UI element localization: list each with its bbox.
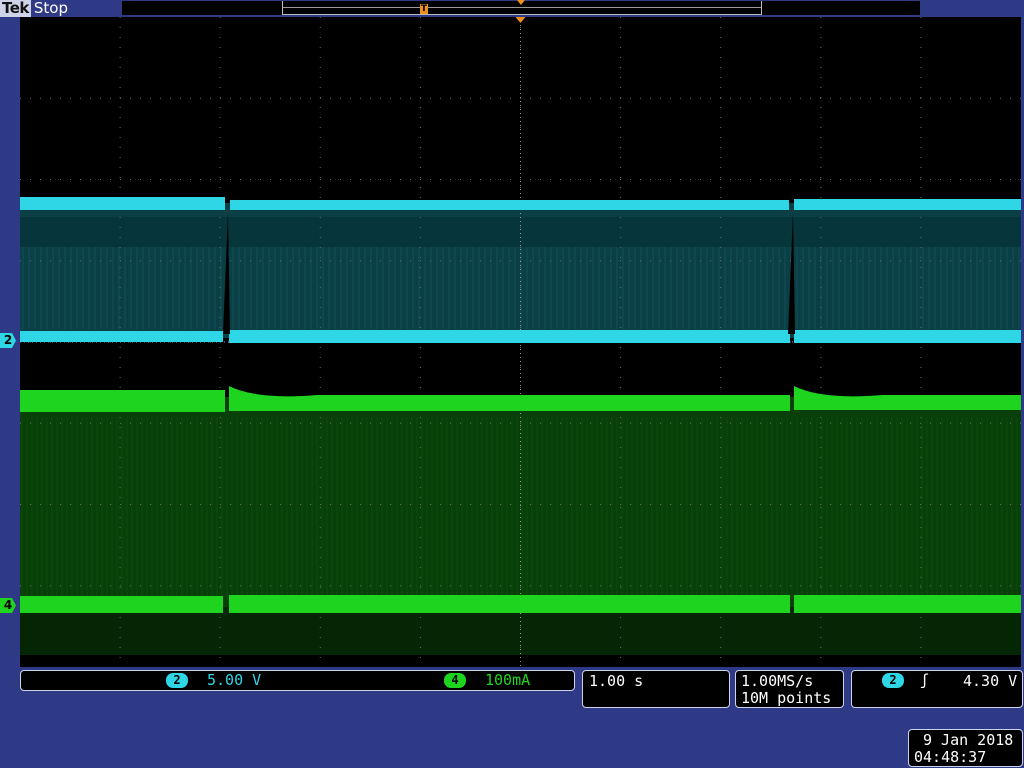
channel-2-low-trace (20, 331, 223, 342)
trigger-level[interactable]: 4.30 V (963, 672, 1017, 690)
channel-2-ground-marker[interactable]: 2 (0, 333, 16, 348)
channel-4-high-trace (20, 390, 225, 412)
channel-2-high-trace (230, 200, 789, 210)
brand-name: Tek (0, 0, 31, 17)
sample-rate: 1.00MS/s (741, 672, 814, 690)
trigger-readout[interactable]: 2 ʃ 4.30 V (851, 670, 1023, 708)
channel-2-high-trace (20, 197, 225, 210)
channel-4-low-trace (229, 595, 790, 613)
status-bar: Tek Stop T (0, 0, 1024, 17)
channel-4-ground-marker[interactable]: 4 (0, 598, 16, 613)
channel-2-low-trace (794, 330, 1021, 343)
channel-4-high-trace (229, 386, 790, 411)
channel-4-low-trace (20, 596, 223, 613)
trigger-source-badge[interactable]: 2 (882, 673, 904, 688)
waveform-display[interactable] (20, 17, 1021, 667)
channel-4-scale[interactable]: 100mA (485, 671, 530, 689)
channel-4-low-trace (794, 595, 1021, 613)
horizontal-readout[interactable]: 1.00 s (582, 670, 730, 708)
trigger-position-marker[interactable]: T (420, 4, 428, 14)
channel-4-badge[interactable]: 4 (444, 673, 466, 688)
time: 04:48:37 (914, 748, 987, 766)
trigger-time-marker (515, 17, 526, 23)
record-length: 10M points (741, 689, 832, 707)
channel-2-scale[interactable]: 5.00 V (207, 671, 261, 689)
graticule-and-waveforms (20, 17, 1021, 667)
acquisition-readout[interactable]: 1.00MS/s 10M points (735, 670, 844, 708)
run-state[interactable]: Stop (34, 0, 68, 17)
channel-2-low-trace (229, 330, 790, 343)
datetime-readout: 9 Jan 2018 04:48:37 (908, 729, 1023, 767)
channel-4-high-trace (794, 386, 1021, 410)
date: 9 Jan 2018 (923, 731, 1014, 749)
channel-2-high-trace (794, 199, 1021, 210)
rising-edge-icon: ʃ (920, 671, 930, 689)
brand-logo: Tek Stop (0, 0, 68, 17)
trigger-point-icon (517, 0, 525, 5)
time-per-division[interactable]: 1.00 s (589, 672, 643, 690)
vertical-readout[interactable]: 2 5.00 V 4 100mA (20, 670, 575, 691)
channel-2-badge[interactable]: 2 (166, 673, 188, 688)
